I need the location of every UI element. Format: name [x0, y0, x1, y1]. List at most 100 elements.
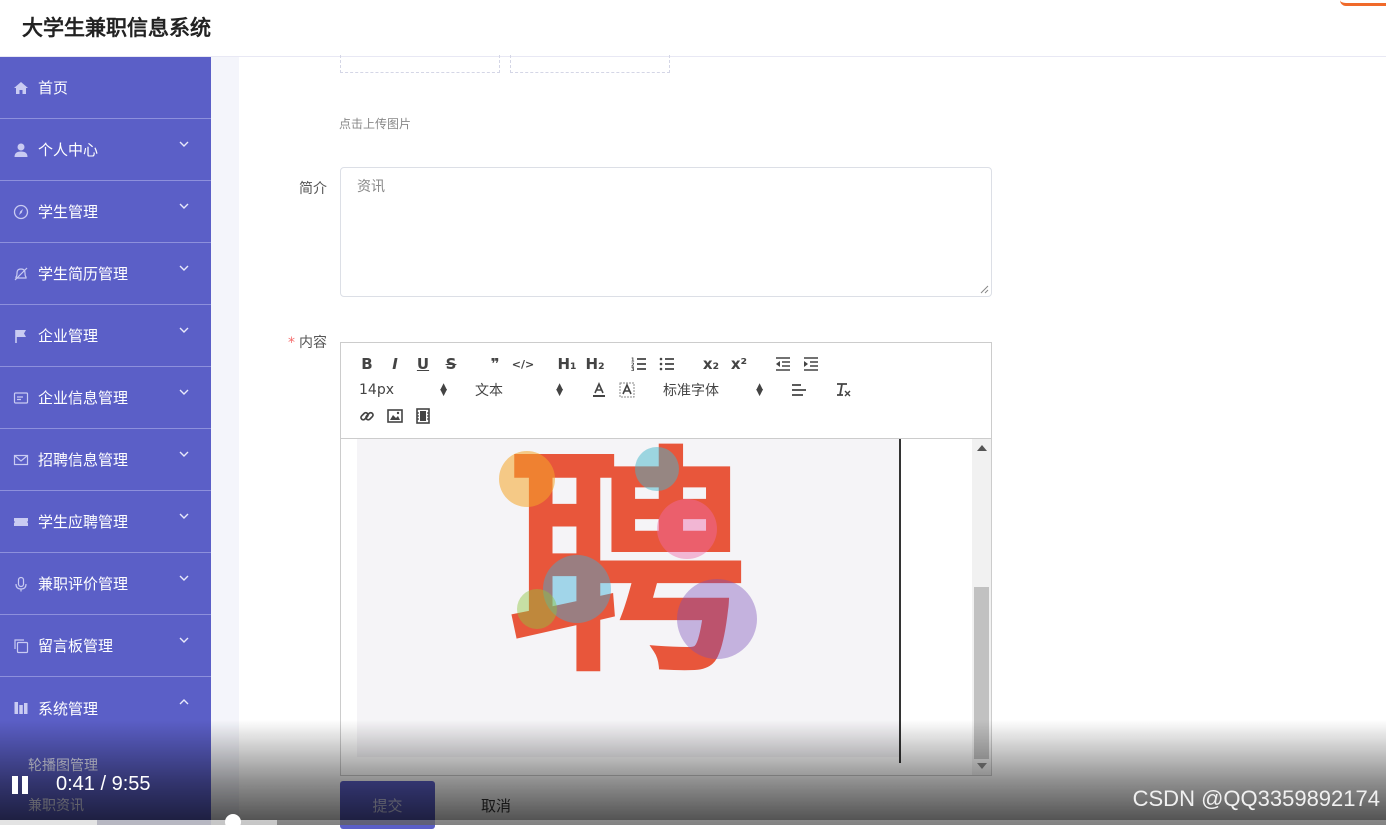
background-color-button[interactable] [613, 378, 641, 402]
font-size-value: 14px [359, 382, 394, 398]
chevron-down-icon [179, 451, 189, 457]
sidebar-item-company-info[interactable]: 企业信息管理 [0, 367, 211, 429]
video-progress-bar[interactable] [0, 814, 1386, 830]
text-caret [899, 439, 901, 763]
align-left-icon [792, 384, 806, 396]
resize-handle-icon[interactable] [980, 285, 989, 294]
sidebar-item-companies[interactable]: 企业管理 [0, 305, 211, 367]
chevron-down-icon [179, 389, 189, 395]
code-block-button[interactable]: </> [509, 352, 537, 376]
heading-select[interactable]: 文本 ▲ ▼ [469, 380, 569, 400]
link-icon [360, 411, 374, 421]
clear-format-button[interactable] [829, 378, 857, 402]
font-size-select[interactable]: 14px ▲ ▼ [353, 382, 453, 398]
intro-textarea[interactable]: 资讯 [340, 167, 992, 297]
outdent-icon [776, 357, 790, 371]
sidebar-item-label: 个人中心 [38, 141, 99, 159]
upload-hint: 点击上传图片 [339, 117, 412, 131]
bell-off-icon [12, 265, 30, 283]
font-color-icon [593, 382, 605, 397]
required-mark: * [288, 335, 295, 351]
indent-button[interactable] [797, 352, 825, 376]
chevron-down-icon [179, 637, 189, 643]
chevron-down-icon [179, 265, 189, 271]
subscript-button[interactable]: x₂ [697, 352, 725, 376]
chevron-down-icon [179, 575, 189, 581]
chevron-down-icon [179, 513, 189, 519]
heading2-button[interactable]: H₂ [581, 352, 609, 376]
select-arrows-icon: ▲ ▼ [440, 382, 447, 398]
sidebar-item-applications[interactable]: 学生应聘管理 [0, 491, 211, 553]
scroll-down-icon[interactable] [977, 763, 987, 769]
sidebar-item-home[interactable]: 首页 [0, 57, 211, 119]
link-button[interactable] [353, 404, 381, 428]
sidebar-item-label: 企业管理 [38, 327, 99, 345]
sidebar-item-label: 留言板管理 [38, 637, 114, 655]
copy-icon [12, 637, 30, 655]
sidebar-item-label: 企业信息管理 [38, 389, 129, 407]
chevron-down-icon [179, 327, 189, 333]
font-color-button[interactable] [585, 378, 613, 402]
video-button[interactable] [409, 404, 437, 428]
scroll-up-icon[interactable] [977, 445, 987, 451]
sidebar-item-label: 学生简历管理 [38, 265, 129, 283]
sidebar-item-system[interactable]: 系统管理 [0, 677, 211, 739]
calligraphy-image: 聘 [499, 439, 757, 706]
editor-toolbar: B I U S ❞ </> H₁ H₂ 123 x₂ x² 14px ▲ ▼ 文… [341, 343, 991, 439]
intro-label: 简介 [299, 181, 327, 197]
user-icon [12, 141, 30, 159]
sidebar-item-label: 学生应聘管理 [38, 513, 129, 531]
content-gutter [211, 57, 239, 825]
bullet-list-icon [659, 357, 674, 371]
watermark: CSDN @QQ3359892174 [1132, 786, 1380, 811]
heading1-button[interactable]: H₁ [553, 352, 581, 376]
progress-played [0, 820, 98, 825]
heading-value: 文本 [475, 383, 503, 399]
chevron-down-icon [179, 141, 189, 147]
outdent-button[interactable] [769, 352, 797, 376]
sidebar-item-messages[interactable]: 留言板管理 [0, 615, 211, 677]
bullet-list-button[interactable] [653, 352, 681, 376]
font-family-select[interactable]: 标准字体 ▲ ▼ [657, 380, 769, 400]
content-label-text: 内容 [299, 335, 327, 351]
video-time: 0:41 / 9:55 [56, 773, 151, 795]
embedded-image: 聘 [357, 439, 901, 757]
progress-handle[interactable] [225, 814, 242, 830]
sidebar-item-students[interactable]: 学生管理 [0, 181, 211, 243]
italic-button[interactable]: I [381, 352, 409, 376]
ordered-list-button[interactable]: 123 [625, 352, 653, 376]
sidebar-item-personal-center[interactable]: 个人中心 [0, 119, 211, 181]
sidebar-item-label: 兼职评价管理 [38, 575, 129, 593]
sidebar: 首页 个人中心 学生管理 学生简历管理 企业管理 企业信息管理 招聘信息管理 学… [0, 57, 211, 825]
underline-button[interactable]: U [409, 352, 437, 376]
strike-button[interactable]: S [437, 352, 465, 376]
align-button[interactable] [785, 378, 813, 402]
rich-text-editor: B I U S ❞ </> H₁ H₂ 123 x₂ x² 14px ▲ ▼ 文… [340, 342, 992, 776]
sidebar-item-label: 首页 [38, 79, 69, 97]
image-button[interactable] [381, 404, 409, 428]
top-bar: 大学生兼职信息系统 [0, 0, 1386, 57]
upload-box[interactable] [510, 55, 670, 73]
scroll-thumb[interactable] [974, 587, 989, 759]
sidebar-item-resumes[interactable]: 学生简历管理 [0, 243, 211, 305]
editor-content[interactable]: 聘 [341, 439, 991, 775]
ordered-list-icon: 123 [631, 358, 646, 371]
sidebar-item-recruitment[interactable]: 招聘信息管理 [0, 429, 211, 491]
bold-button[interactable]: B [353, 352, 381, 376]
chart-icon [12, 699, 30, 717]
sidebar-item-label: 学生管理 [38, 203, 99, 221]
main-form: 点击上传图片 简介 资讯 * 内容 B I U S ❞ </> H₁ H₂ 123 [239, 55, 1386, 829]
editor-scrollbar[interactable] [972, 439, 991, 775]
blockquote-button[interactable]: ❞ [481, 352, 509, 376]
corner-logo [1340, 0, 1386, 6]
id-card-icon [12, 389, 30, 407]
pause-button[interactable] [12, 776, 32, 796]
chevron-down-icon [179, 203, 189, 209]
superscript-button[interactable]: x² [725, 352, 753, 376]
upload-box[interactable] [340, 55, 500, 73]
svg-text:3: 3 [631, 367, 635, 371]
clear-format-icon [837, 383, 851, 397]
sidebar-item-reviews[interactable]: 兼职评价管理 [0, 553, 211, 615]
sidebar-item-label: 招聘信息管理 [38, 451, 129, 469]
background-color-icon [619, 382, 635, 398]
